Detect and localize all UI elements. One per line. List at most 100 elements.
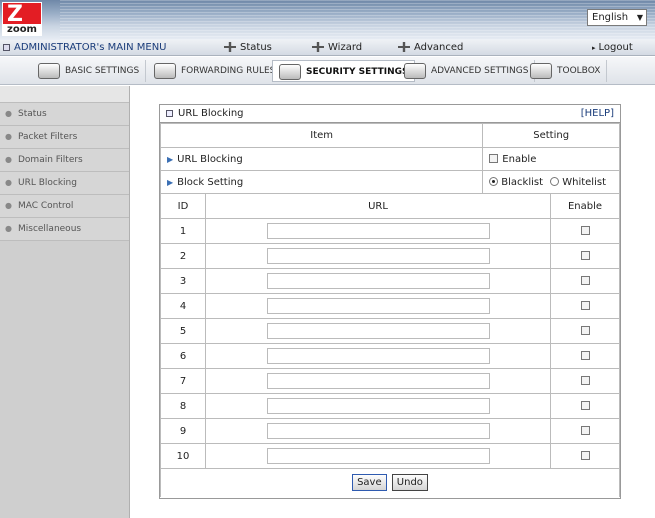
panel-title: URL Blocking [178,108,244,119]
save-button[interactable]: Save [352,474,387,492]
tab-toolbox[interactable]: TOOLBOX [530,60,608,82]
block-setting-label-cell: ▶ Block Setting [159,170,484,194]
table-row: 8 [160,393,620,419]
url-input[interactable] [266,273,490,289]
bullet-icon: ● [5,109,12,118]
tab-basic-settings[interactable]: BASIC SETTINGS [38,60,147,82]
row-enable-checkbox[interactable] [580,401,590,410]
col-header-enable: Enable [550,193,620,219]
tab-forwarding-rules[interactable]: FORWARDING RULES [154,60,283,82]
row-id: 5 [160,318,206,344]
button-row: Save Undo [160,468,620,497]
logo-wordmark: zoom [3,24,41,35]
sidebar: ● Status ● Packet Filters ● Domain Filters … [0,86,130,518]
table-row: 2 [160,243,620,269]
table-row: 6 [160,343,620,369]
row-enable-checkbox[interactable] [580,376,590,385]
row-enable-checkbox[interactable] [580,351,590,360]
row-enable-checkbox[interactable] [580,451,590,460]
col-header-url: URL [205,193,551,219]
row-id: 9 [160,418,206,444]
url-blocking-table: Item Setting ▶ URL Blocking Enable ▶ Block… [159,123,620,497]
status-icon [224,42,236,52]
help-link[interactable]: [HELP] [581,105,614,122]
zoom-logo: Z zoom [2,2,42,36]
row-id: 7 [160,368,206,394]
square-bullet-icon [166,109,173,117]
row-id: 2 [160,243,206,269]
row-id: 10 [160,443,206,469]
chevron-right-icon: ▸ [592,44,596,52]
sidebar-item-status[interactable]: ● Status [0,103,129,126]
url-input[interactable] [266,223,490,239]
row-id: 8 [160,393,206,419]
table-row: 3 [160,268,620,294]
sidebar-item-miscellaneous[interactable]: ● Miscellaneous [0,218,129,241]
enable-cell [550,418,620,444]
sidebar-item-domain-filters[interactable]: ● Domain Filters [0,149,129,172]
enable-cell [550,443,620,469]
row-id: 1 [160,218,206,244]
col-header-setting: Setting [482,123,620,148]
enable-cell [550,218,620,244]
url-input[interactable] [266,373,490,389]
main-nav-bar: ADMINISTRATOR's MAIN MENU Status Wizard … [0,40,655,56]
sidebar-item-mac-control[interactable]: ● MAC Control [0,195,129,218]
sidebar-header [0,86,129,103]
bullet-icon: ● [5,132,12,141]
bullet-icon: ● [5,155,12,164]
col-header-item: Item [159,123,484,148]
undo-button[interactable]: Undo [391,474,428,492]
tab-advanced-settings[interactable]: ADVANCED SETTINGS [404,60,536,82]
enable-cell [550,293,620,319]
table-row: 7 [160,368,620,394]
row-id: 4 [160,293,206,319]
enable-cell [550,243,620,269]
url-input[interactable] [266,448,490,464]
url-input[interactable] [266,248,490,264]
arrow-right-icon: ▶ [167,177,174,187]
table-row: 1 [160,218,620,244]
table-row: 5 [160,318,620,344]
row-enable-checkbox[interactable] [580,301,590,310]
row-enable-checkbox[interactable] [580,426,590,435]
url-blocking-setting-cell: Enable [482,147,620,171]
url-input[interactable] [266,423,490,439]
table-row: 9 [160,418,620,444]
settings-tab-bar: BASIC SETTINGS FORWARDING RULES SECURITY… [0,57,655,85]
advanced-settings-icon [404,62,426,79]
url-blocking-row: ▶ URL Blocking Enable [159,147,620,171]
enable-cell [550,268,620,294]
nav-advanced-link[interactable]: Advanced [398,41,463,55]
url-input[interactable] [266,398,490,414]
row-enable-checkbox[interactable] [580,226,590,235]
row-enable-checkbox[interactable] [580,251,590,260]
panel-header: URL Blocking [HELP] [160,105,620,123]
whitelist-radio[interactable] [550,177,560,186]
url-cell [205,343,551,369]
bullet-icon: ● [5,178,12,187]
url-cell [205,243,551,269]
sidebar-item-url-blocking[interactable]: ● URL Blocking [0,172,129,195]
url-input[interactable] [266,298,490,314]
tab-security-settings[interactable]: SECURITY SETTINGS [272,60,416,82]
enable-cell [550,343,620,369]
row-enable-checkbox[interactable] [580,276,590,285]
block-setting-cell: Blacklist Whitelist [482,170,620,194]
url-input[interactable] [266,348,490,364]
admin-main-menu-link[interactable]: ADMINISTRATOR's MAIN MENU [3,41,167,55]
row-enable-checkbox[interactable] [580,326,590,335]
url-input[interactable] [266,323,490,339]
col-header-id: ID [160,193,206,219]
language-select[interactable]: English ▼ [587,9,647,26]
nav-wizard-link[interactable]: Wizard [312,41,362,55]
nav-status-link[interactable]: Status [224,41,272,55]
nav-logout-link[interactable]: ▸ Logout [592,41,633,55]
square-bullet-icon [3,43,10,51]
sidebar-item-packet-filters[interactable]: ● Packet Filters [0,126,129,149]
bullet-icon: ● [5,224,12,233]
table-row: 4 [160,293,620,319]
blacklist-radio[interactable] [489,177,499,186]
table-header-row: Item Setting [159,123,620,148]
enable-checkbox[interactable] [489,154,499,163]
